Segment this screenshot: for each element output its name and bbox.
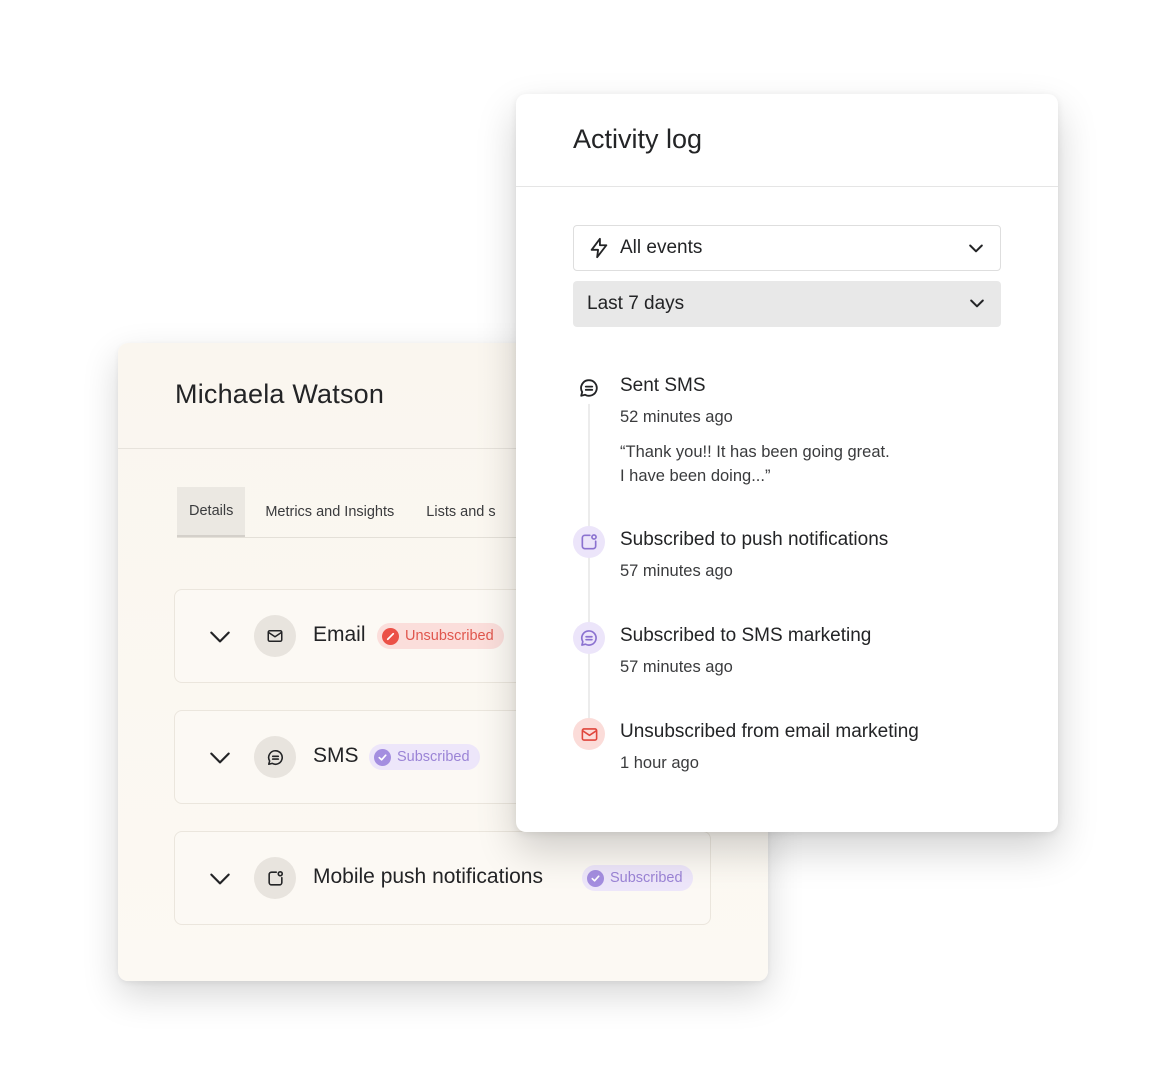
tab-details[interactable]: Details [177, 487, 246, 537]
event-title: Unsubscribed from email marketing [620, 721, 919, 742]
chevron-down-icon[interactable] [207, 866, 233, 892]
chevron-down-icon [969, 244, 983, 253]
tab-metrics-and-insights[interactable]: Metrics and Insights [253, 487, 406, 537]
event-message-line: I have been doing...” [620, 467, 771, 485]
tab-lists-and-segments[interactable]: Lists and s [414, 487, 507, 537]
event-icon-badge [573, 526, 605, 558]
event-time: 52 minutes ago [620, 408, 733, 426]
lightning-icon [590, 237, 608, 259]
event-title: Subscribed to SMS marketing [620, 625, 872, 646]
event-type-value: All events [620, 237, 703, 258]
profile-name: Michaela Watson [175, 379, 385, 409]
event-icon-badge [573, 372, 605, 404]
channel-label-sms: SMS [313, 744, 359, 767]
event-icon-badge [573, 622, 605, 654]
channel-icon-badge [254, 857, 296, 899]
chat-icon [580, 379, 598, 397]
channel-row-mobile-push[interactable]: Mobile push notifications Subscribed [174, 831, 711, 925]
channel-label-email: Email [313, 623, 366, 646]
event-type-select[interactable]: All events [573, 225, 1001, 271]
channel-icon-badge [254, 736, 296, 778]
event-message-preview: “Thank you!! It has been going great. I … [620, 440, 980, 488]
chevron-down-icon[interactable] [207, 624, 233, 650]
channel-label-mobile-push: Mobile push notifications [313, 865, 543, 888]
push-notification-icon [581, 534, 597, 550]
push-notification-icon [267, 870, 283, 886]
event-title: Subscribed to push notifications [620, 529, 889, 550]
event-time: 57 minutes ago [620, 562, 733, 580]
chevron-down-icon[interactable] [207, 745, 233, 771]
status-badge-subscribed: Subscribed [582, 865, 693, 891]
mail-icon [581, 727, 597, 741]
check-icon [374, 748, 391, 766]
chat-icon [267, 749, 283, 765]
status-text: Subscribed [610, 870, 683, 886]
status-badge-unsubscribed: Unsubscribed [377, 623, 504, 649]
event-time: 1 hour ago [620, 754, 699, 772]
status-badge-subscribed: Subscribed [369, 744, 480, 770]
activity-log-title: Activity log [573, 124, 703, 154]
event-icon-badge [573, 718, 605, 750]
chevron-down-icon [970, 299, 984, 308]
status-text: Unsubscribed [405, 628, 494, 644]
status-text: Subscribed [397, 749, 470, 765]
event-title: Sent SMS [620, 375, 706, 396]
date-range-select[interactable]: Last 7 days [573, 281, 1001, 327]
check-icon [587, 869, 604, 887]
mail-icon [267, 630, 283, 642]
activity-log-card: Activity log All events Last 7 days Sent… [516, 94, 1058, 832]
channel-icon-badge [254, 615, 296, 657]
event-time: 57 minutes ago [620, 658, 733, 676]
activity-log-header: Activity log [516, 94, 1058, 187]
timeline-line [588, 400, 590, 730]
unsubscribed-icon [382, 627, 399, 645]
date-range-value: Last 7 days [587, 293, 685, 314]
event-message-line: “Thank you!! It has been going great. [620, 443, 890, 461]
chat-icon [580, 630, 597, 646]
